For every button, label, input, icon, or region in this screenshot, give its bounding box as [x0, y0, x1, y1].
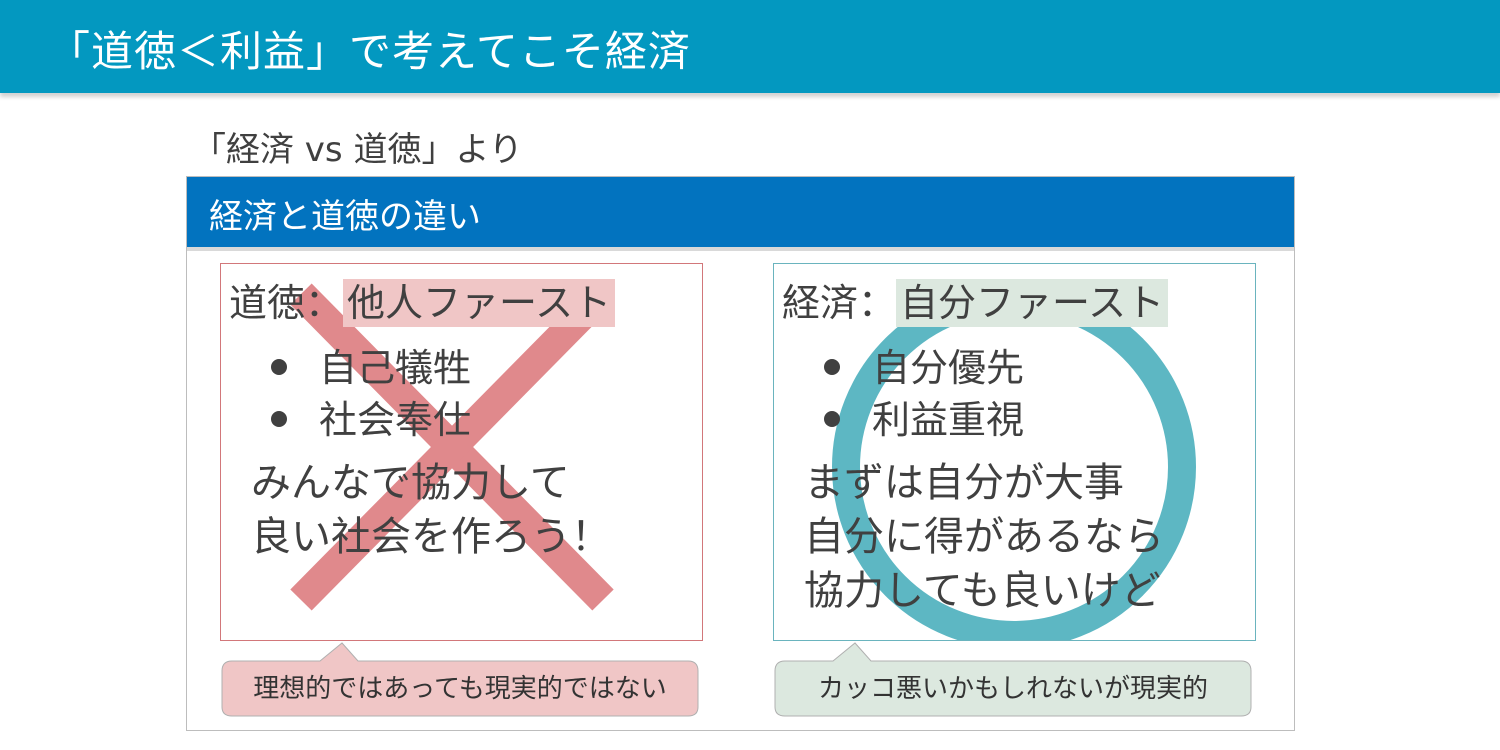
economy-callout-text: カッコ悪いかもしれないが現実的: [817, 674, 1208, 704]
bullet-icon: [271, 358, 287, 375]
page-title: 「道徳＜利益」で考えてこそ経済: [48, 27, 691, 76]
list-item: 利益重視: [824, 394, 1024, 446]
morality-highlight: 他人ファースト: [343, 279, 616, 327]
source-caption: 「経済 vs 道徳」より: [192, 130, 523, 170]
economy-bullets: 自分優先 利益重視: [824, 342, 1024, 446]
economy-highlight: 自分ファースト: [896, 279, 1169, 327]
morality-body: みんなで協力して 良い社会を作ろう！: [251, 456, 611, 564]
economy-panel: 経済： 自分ファースト 自分優先 利益重視 まずは自分が大事 自分に得があるなら …: [773, 263, 1256, 641]
list-item: 自己犠牲: [271, 342, 471, 394]
body-line: 良い社会を作ろう！: [251, 514, 611, 560]
economy-heading: 経済： 自分ファースト: [782, 272, 1169, 327]
body-line: 協力しても良いけど: [804, 568, 1161, 614]
economy-label: 経済：: [782, 281, 897, 325]
bullet-icon: [824, 358, 840, 375]
morality-panel: 道徳： 他人ファースト 自己犠牲 社会奉仕 みんなで協力して 良い社会を作ろう！: [220, 263, 703, 641]
economy-callout: カッコ悪いかもしれないが現実的: [773, 642, 1253, 717]
bullet-icon: [271, 410, 287, 427]
slide-title-bar: 経済と道徳の違い: [187, 177, 1294, 251]
list-item: 自分優先: [824, 342, 1024, 394]
body-line: 自分に得があるなら: [804, 514, 1164, 560]
bullet-icon: [824, 410, 840, 427]
economy-body: まずは自分が大事 自分に得があるなら 協力しても良いけど: [804, 456, 1164, 618]
embedded-slide: 経済と道徳の違い 道徳： 他人ファースト 自己犠牲 社会奉仕 みんなで協力して 良…: [186, 176, 1295, 731]
list-item: 社会奉仕: [271, 394, 471, 446]
body-line: みんなで協力して: [251, 460, 570, 506]
morality-callout: 理想的ではあっても現実的ではない: [220, 642, 700, 717]
header-bar: 「道徳＜利益」で考えてこそ経済: [0, 0, 1500, 93]
morality-label: 道徳：: [229, 281, 344, 325]
body-line: まずは自分が大事: [804, 460, 1124, 506]
morality-callout-text: 理想的ではあっても現実的ではない: [253, 674, 667, 704]
slide-title: 経済と道徳の違い: [209, 197, 481, 237]
morality-bullets: 自己犠牲 社会奉仕: [271, 342, 471, 446]
morality-heading: 道徳： 他人ファースト: [229, 272, 616, 327]
